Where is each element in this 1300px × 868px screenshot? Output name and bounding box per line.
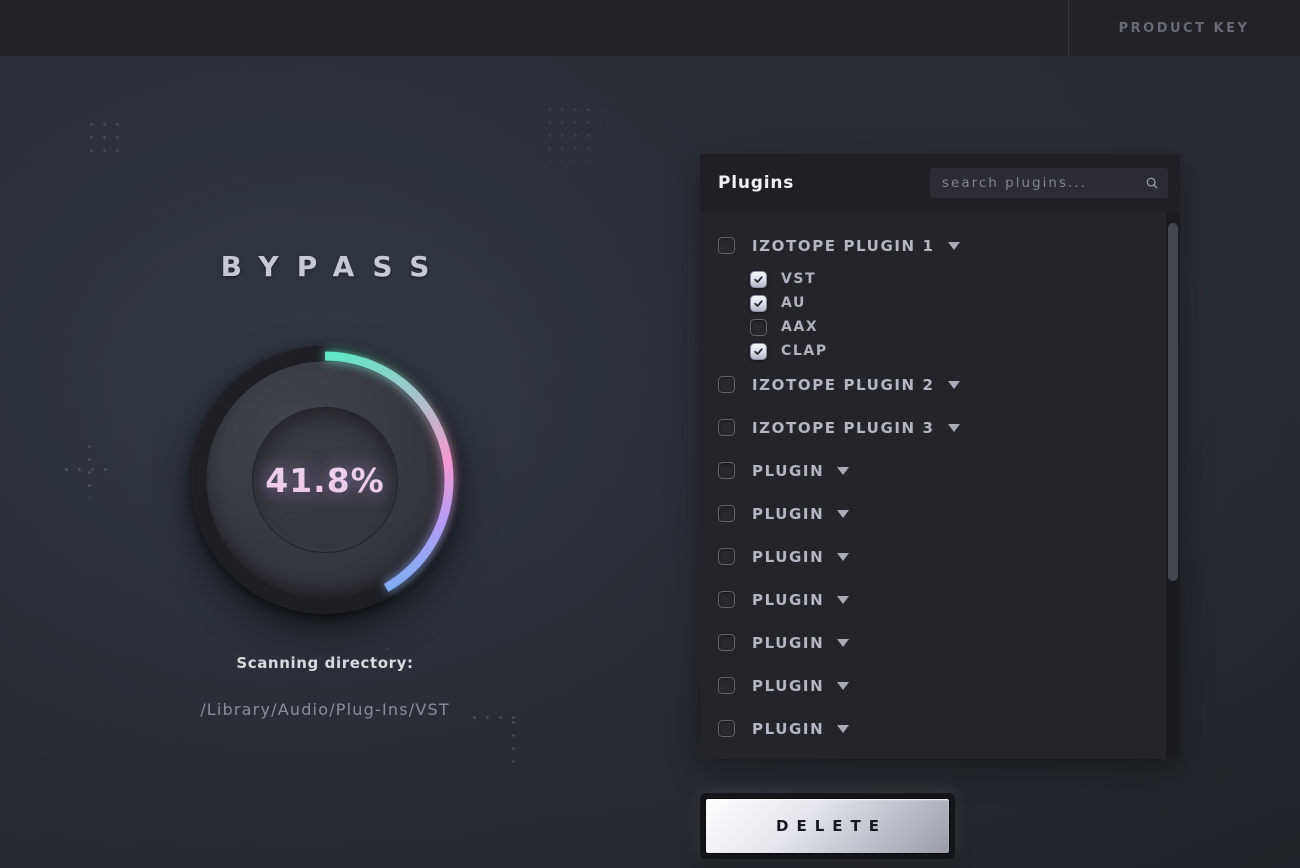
format-label: AU — [781, 295, 806, 311]
check-icon — [753, 274, 764, 285]
search-input[interactable] — [942, 175, 1145, 191]
plugin-row[interactable]: PLUGIN — [718, 535, 1180, 578]
chevron-down-icon[interactable] — [837, 725, 849, 733]
checkbox-unchecked[interactable] — [718, 720, 735, 737]
checkbox-unchecked[interactable] — [718, 634, 735, 651]
checkbox-unchecked[interactable] — [718, 548, 735, 565]
plugin-row[interactable]: PLUGIN — [718, 621, 1180, 664]
chevron-down-icon[interactable] — [837, 467, 849, 475]
checkbox-unchecked[interactable] — [718, 505, 735, 522]
checkbox-unchecked[interactable] — [718, 677, 735, 694]
chevron-down-icon[interactable] — [948, 381, 960, 389]
checkbox-unchecked[interactable] — [718, 591, 735, 608]
format-group: VST AU AAX CLAP — [718, 267, 1180, 363]
progress-percent: 41.8% — [190, 345, 460, 615]
format-label: CLAP — [781, 343, 828, 359]
format-row[interactable]: AAX — [750, 315, 1180, 339]
checkbox-unchecked[interactable] — [750, 319, 767, 336]
main-background: BYPASS 41.8% Scanning directory: — [0, 56, 1300, 868]
app-title: BYPASS — [120, 250, 530, 283]
plugin-label: IZOTOPE PLUGIN 1 — [752, 237, 935, 255]
checkbox-checked[interactable] — [750, 271, 767, 288]
plugin-row[interactable]: IZOTOPE PLUGIN 2 — [718, 363, 1180, 406]
plugin-label: PLUGIN — [752, 634, 824, 652]
plugin-row[interactable]: IZOTOPE PLUGIN 3 — [718, 406, 1180, 449]
dot-decoration — [512, 716, 515, 766]
delete-button-frame: DELETE — [700, 793, 955, 859]
magnifier-icon[interactable] — [1145, 176, 1159, 190]
scrollbar-thumb[interactable] — [1168, 223, 1178, 581]
topbar: PRODUCT KEY — [0, 0, 1300, 56]
plugin-list: IZOTOPE PLUGIN 1 VST AU AAX CLAP IZOTOPE PLUG… — [700, 212, 1180, 759]
plugin-label: PLUGIN — [752, 548, 824, 566]
checkbox-unchecked[interactable] — [718, 462, 735, 479]
chevron-down-icon[interactable] — [837, 510, 849, 518]
plugins-panel: Plugins IZOTOPE PLUGIN 1VSTAUAAXCLAPIZOT… — [700, 154, 1180, 759]
plugin-row[interactable]: PLUGIN — [718, 449, 1180, 492]
check-icon — [753, 298, 764, 309]
chevron-down-icon[interactable] — [837, 682, 849, 690]
plugin-row[interactable]: PLUGIN — [718, 492, 1180, 535]
plugin-row[interactable]: PLUGIN — [718, 664, 1180, 707]
plugins-panel-title: Plugins — [718, 173, 794, 193]
plugin-row[interactable]: PLUGIN — [718, 707, 1180, 750]
format-row[interactable]: VST — [750, 267, 1180, 291]
checkbox-unchecked[interactable] — [718, 376, 735, 393]
plugin-label: IZOTOPE PLUGIN 2 — [752, 376, 935, 394]
product-key-button[interactable]: PRODUCT KEY — [1068, 21, 1300, 36]
plugin-row[interactable]: IZOTOPE PLUGIN 1 — [718, 224, 1180, 267]
chevron-down-icon[interactable] — [837, 639, 849, 647]
format-label: AAX — [781, 319, 818, 335]
dot-decoration — [60, 468, 112, 471]
plugin-label: PLUGIN — [752, 591, 824, 609]
checkbox-checked[interactable] — [750, 343, 767, 360]
chevron-down-icon[interactable] — [948, 242, 960, 250]
chevron-down-icon[interactable] — [837, 596, 849, 604]
format-row[interactable]: CLAP — [750, 339, 1180, 363]
plugins-panel-header: Plugins — [700, 154, 1180, 212]
dot-decoration — [85, 118, 121, 154]
format-label: VST — [781, 271, 816, 287]
plugin-row[interactable]: PLUGIN — [718, 578, 1180, 621]
plugin-label: PLUGIN — [752, 462, 824, 480]
plugin-label: PLUGIN — [752, 505, 824, 523]
plugin-label: IZOTOPE PLUGIN 3 — [752, 419, 935, 437]
checkbox-unchecked[interactable] — [718, 237, 735, 254]
format-row[interactable]: AU — [750, 291, 1180, 315]
check-icon — [753, 346, 764, 357]
plugin-label: PLUGIN — [752, 677, 824, 695]
chevron-down-icon[interactable] — [837, 553, 849, 561]
scrollbar-track[interactable] — [1166, 212, 1180, 759]
dot-decoration — [88, 440, 91, 498]
checkbox-unchecked[interactable] — [718, 419, 735, 436]
scanning-path: /Library/Audio/Plug-Ins/VST — [120, 700, 530, 719]
scanning-label: Scanning directory: — [120, 654, 530, 672]
dot-decoration — [543, 103, 601, 161]
plugin-label: PLUGIN — [752, 720, 824, 738]
search-box[interactable] — [930, 168, 1168, 198]
delete-button[interactable]: DELETE — [705, 798, 950, 854]
progress-dial: 41.8% — [190, 345, 460, 615]
chevron-down-icon[interactable] — [948, 424, 960, 432]
checkbox-checked[interactable] — [750, 295, 767, 312]
